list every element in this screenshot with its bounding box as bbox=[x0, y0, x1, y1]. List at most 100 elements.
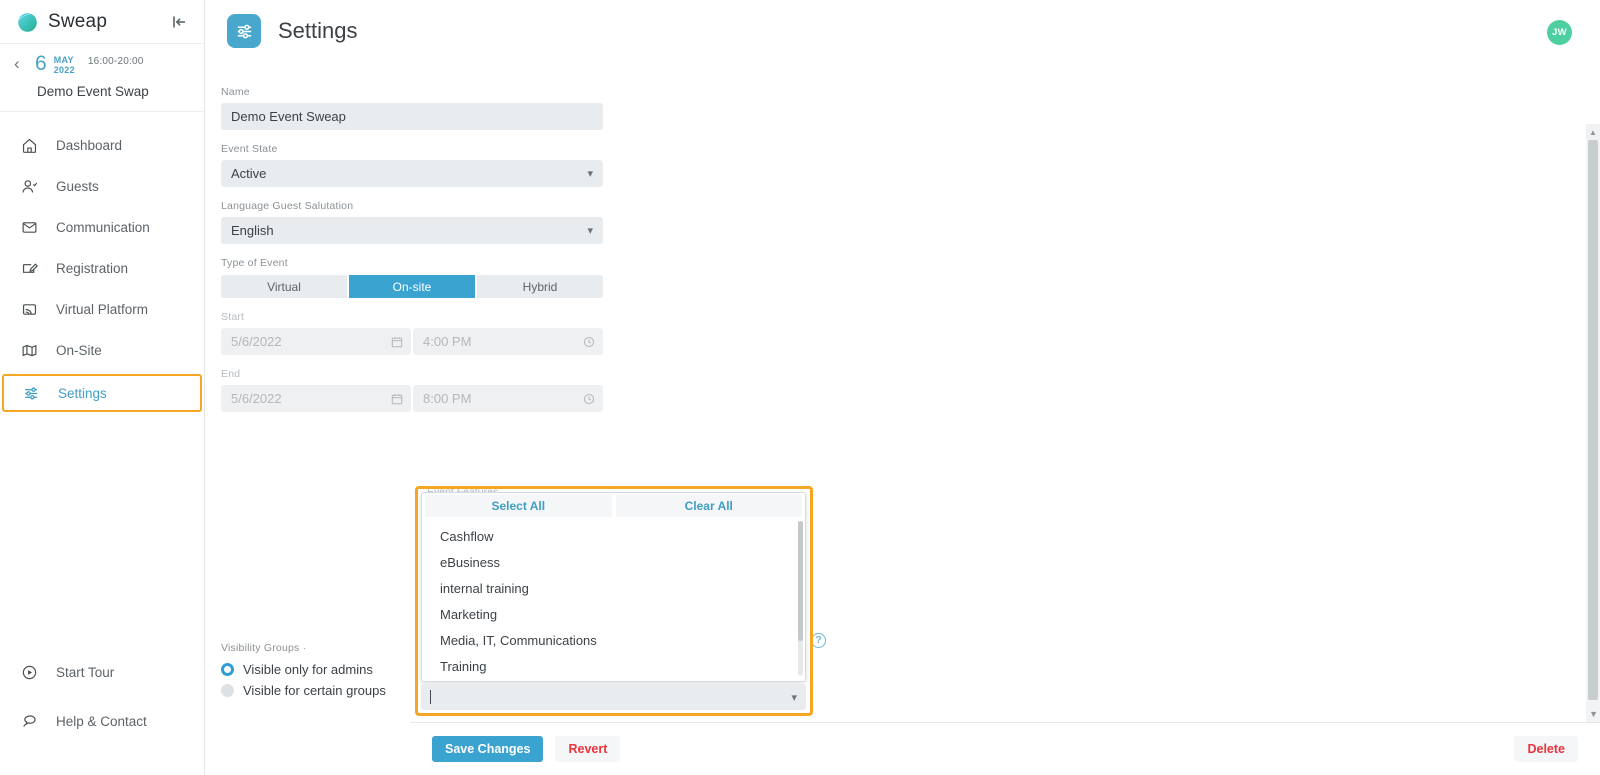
radio-unselected-icon bbox=[221, 684, 234, 697]
text-caret bbox=[430, 690, 431, 704]
option-internal-training[interactable]: internal training bbox=[422, 575, 805, 601]
settings-header-icon bbox=[227, 14, 261, 48]
type-option-on-site[interactable]: On-site bbox=[349, 275, 477, 298]
sidebar-item-label: Virtual Platform bbox=[56, 302, 149, 317]
page-scrollbar[interactable]: ▲ bbox=[1586, 124, 1600, 722]
option-training[interactable]: Training bbox=[422, 653, 805, 679]
event-time-range: 16:00-20:00 bbox=[87, 56, 144, 67]
event-summary[interactable]: ‹ 6 MAY 2022 16:00-20:00 Demo Event Swap bbox=[0, 44, 204, 112]
start-time-value: 4:00 PM bbox=[423, 334, 472, 349]
page-scrollbar-track[interactable] bbox=[1588, 140, 1598, 722]
sidebar-item-label: On-Site bbox=[56, 343, 102, 358]
event-month: MAY bbox=[53, 55, 74, 65]
play-circle-icon bbox=[20, 663, 39, 682]
option-media-it-communications[interactable]: Media, IT, Communications bbox=[422, 627, 805, 653]
sidebar-item-help-contact[interactable]: Help & Contact bbox=[0, 704, 204, 739]
sidebar-item-on-site[interactable]: On-Site bbox=[0, 333, 204, 368]
field-name: Name Demo Event Sweap bbox=[221, 86, 603, 130]
sidebar-item-label: Settings bbox=[58, 385, 107, 401]
end-label: End bbox=[221, 368, 241, 380]
page-scrollbar-thumb[interactable] bbox=[1588, 140, 1598, 700]
language-select[interactable]: English ▾ bbox=[221, 217, 603, 244]
end-time-value: 8:00 PM bbox=[423, 391, 472, 406]
sidebar-nav: Dashboard Guests Communication Registrat… bbox=[0, 112, 204, 418]
end-time-input[interactable]: 8:00 PM bbox=[413, 385, 603, 412]
event-features-dropdown-panel: Select All Clear All Cashflow eBusiness … bbox=[421, 492, 806, 682]
option-marketing[interactable]: Marketing bbox=[422, 601, 805, 627]
delete-button[interactable]: Delete bbox=[1514, 736, 1578, 762]
map-pin-icon bbox=[20, 341, 39, 360]
radio-label: Visible for certain groups bbox=[243, 683, 386, 698]
clock-icon[interactable] bbox=[583, 336, 595, 348]
user-avatar[interactable]: JW bbox=[1547, 20, 1572, 45]
event-state-value: Active bbox=[231, 166, 267, 181]
sidebar-item-label: Communication bbox=[56, 220, 150, 235]
sidebar-item-virtual-platform[interactable]: Virtual Platform bbox=[0, 292, 204, 327]
type-option-hybrid[interactable]: Hybrid bbox=[477, 275, 603, 298]
sidebar-item-dashboard[interactable]: Dashboard bbox=[0, 128, 204, 163]
envelope-icon bbox=[20, 218, 39, 237]
calendar-icon[interactable] bbox=[391, 336, 403, 348]
app-root: Sweap ‹ 6 MAY 2022 16:00-20:00 Demo Even… bbox=[0, 0, 1600, 775]
help-circle-icon[interactable]: ? bbox=[811, 633, 826, 648]
start-time-input[interactable]: 4:00 PM bbox=[413, 328, 603, 355]
field-end: End bbox=[221, 368, 603, 380]
sidebar-item-start-tour[interactable]: Start Tour bbox=[0, 655, 204, 690]
calendar-icon[interactable] bbox=[391, 393, 403, 405]
dropdown-scrollbar-thumb[interactable] bbox=[798, 521, 803, 641]
field-event-state: Event State Active ▾ bbox=[221, 143, 603, 187]
settings-form-area: Name Demo Event Sweap Event State Active… bbox=[205, 62, 1600, 775]
field-start: Start bbox=[221, 311, 603, 323]
event-features-option-list: Cashflow eBusiness internal training Mar… bbox=[422, 517, 805, 679]
start-date-input[interactable]: 5/6/2022 bbox=[221, 328, 411, 355]
sidebar-item-label: Help & Contact bbox=[56, 714, 147, 729]
start-label: Start bbox=[221, 311, 245, 323]
sliders-icon bbox=[22, 384, 41, 403]
brand-logo[interactable]: Sweap bbox=[16, 10, 107, 33]
sidebar-item-label: Registration bbox=[56, 261, 129, 276]
event-year: 2022 bbox=[53, 65, 75, 75]
page-header: Settings JW bbox=[205, 0, 1600, 62]
clock-icon[interactable] bbox=[583, 393, 595, 405]
language-value: English bbox=[231, 223, 274, 238]
clear-all-button[interactable]: Clear All bbox=[615, 495, 802, 517]
sidebar-item-label: Guests bbox=[56, 179, 99, 194]
home-icon bbox=[20, 136, 39, 155]
event-state-select[interactable]: Active ▾ bbox=[221, 160, 603, 187]
scroll-up-arrow-icon[interactable]: ▲ bbox=[1586, 124, 1600, 140]
sidebar-item-registration[interactable]: Registration bbox=[0, 251, 204, 286]
revert-button[interactable]: Revert bbox=[555, 736, 621, 762]
option-ebusiness[interactable]: eBusiness bbox=[422, 549, 805, 575]
end-date-value: 5/6/2022 bbox=[231, 391, 282, 406]
option-cashflow[interactable]: Cashflow bbox=[422, 523, 805, 549]
sidebar-item-settings[interactable]: Settings bbox=[2, 374, 202, 412]
name-input[interactable]: Demo Event Sweap bbox=[221, 103, 603, 130]
end-row: 5/6/2022 8:00 PM bbox=[221, 385, 603, 412]
save-changes-button[interactable]: Save Changes bbox=[432, 736, 544, 762]
dropdown-scrollbar[interactable] bbox=[798, 521, 803, 676]
sidebar-item-label: Dashboard bbox=[56, 138, 123, 153]
sidebar-item-label: Start Tour bbox=[56, 665, 115, 680]
screencast-icon bbox=[20, 300, 39, 319]
form-edit-icon bbox=[20, 259, 39, 278]
field-type-of-event: Type of Event bbox=[221, 257, 603, 269]
start-date-value: 5/6/2022 bbox=[231, 334, 282, 349]
select-all-button[interactable]: Select All bbox=[425, 495, 612, 517]
scroll-down-arrow-icon[interactable]: ▼ bbox=[1589, 709, 1598, 719]
form-scroll-container: Name Demo Event Sweap Event State Active… bbox=[205, 62, 1586, 775]
back-chevron-icon[interactable]: ‹ bbox=[14, 54, 28, 74]
language-label: Language Guest Salutation bbox=[221, 200, 354, 212]
type-of-event-segmented: Virtual On-site Hybrid bbox=[221, 275, 603, 298]
event-features-search-input[interactable]: ▾ bbox=[421, 684, 806, 710]
brand-name: Sweap bbox=[48, 10, 108, 32]
event-day: 6 bbox=[35, 52, 47, 75]
sidebar-item-communication[interactable]: Communication bbox=[0, 210, 204, 245]
chevron-down-icon[interactable]: ▾ bbox=[791, 691, 797, 704]
type-option-virtual[interactable]: Virtual bbox=[221, 275, 349, 298]
user-check-icon bbox=[20, 177, 39, 196]
sidebar-item-guests[interactable]: Guests bbox=[0, 169, 204, 204]
end-date-input[interactable]: 5/6/2022 bbox=[221, 385, 411, 412]
collapse-sidebar-icon[interactable] bbox=[168, 11, 190, 33]
main-content: Settings JW Name Demo Event Sweap Event … bbox=[205, 0, 1600, 775]
event-name: Demo Event Swap bbox=[37, 84, 149, 99]
